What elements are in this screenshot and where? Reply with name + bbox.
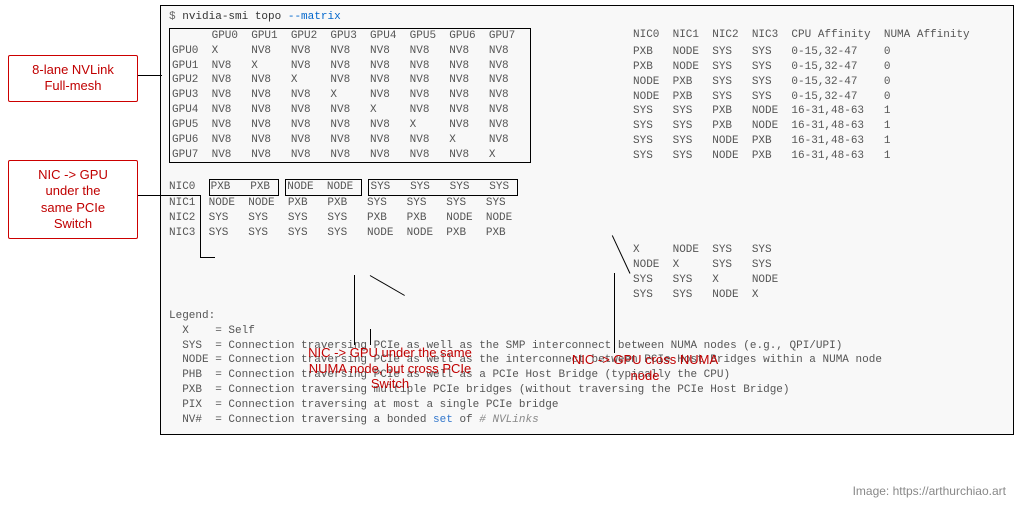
gpu-row-details: SYS SYS PXB NODE 16-31,48-63 1 [633, 104, 976, 119]
legend-item: PIX = Connection traversing at most a si… [169, 398, 1005, 413]
legend-item: NV# = Connection traversing a bonded set… [169, 413, 1005, 428]
nic-row: NIC1 NODE NODE PXB PXB SYS SYS SYS SYS [169, 196, 1005, 211]
nic-row-details: SYS SYS NODE X [633, 288, 791, 303]
nic-row: NIC3 SYS SYS SYS SYS NODE NODE PXB PXB [169, 226, 1005, 241]
command-flag: --matrix [288, 11, 341, 23]
cell-group-pxb: PXB PXB [209, 179, 279, 196]
callout-nic-gpu-same-switch: NIC -> GPUunder thesame PCIeSwitch [8, 160, 138, 239]
gpu-row: GPU2 NV8 NV8 X NV8 NV8 NV8 NV8 NV8 [172, 73, 528, 88]
gpu-row-details: NODE PXB SYS SYS 0-15,32-47 0 [633, 90, 976, 105]
gpu-row: GPU7 NV8 NV8 NV8 NV8 NV8 NV8 NV8 X [172, 148, 528, 163]
gpu-matrix-box: GPU0 GPU1 GPU2 GPU3 GPU4 GPU5 GPU6 GPU7 … [169, 28, 531, 164]
callout-nvlink-fullmesh: 8-lane NVLinkFull-mesh [8, 55, 138, 102]
nic-matrix-section: NIC0 PXB PXB NODE NODE SYS SYS SYS SYS N… [169, 179, 1005, 240]
gpu-header-row: GPU0 GPU1 GPU2 GPU3 GPU4 GPU5 GPU6 GPU7 [172, 29, 528, 44]
gpu-row-details: SYS SYS NODE PXB 16-31,48-63 1 [633, 134, 976, 149]
nic-right-columns: X NODE SYS SYS NODE X SYS SYS SYS SYS X … [633, 243, 791, 302]
image-attribution: Image: https://arthurchiao.art [853, 484, 1006, 498]
legend-item: PXB = Connection traversing multiple PCI… [169, 383, 1005, 398]
nic-row-details: SYS SYS X NODE [633, 273, 791, 288]
gpu-row: GPU4 NV8 NV8 NV8 NV8 X NV8 NV8 NV8 [172, 103, 528, 118]
gpu-row: GPU5 NV8 NV8 NV8 NV8 NV8 X NV8 NV8 [172, 118, 528, 133]
gpu-row-details: SYS SYS PXB NODE 16-31,48-63 1 [633, 119, 976, 134]
nic-row: NIC0 PXB PXB NODE NODE SYS SYS SYS SYS [169, 179, 1005, 196]
gpu-row-details: SYS SYS NODE PXB 16-31,48-63 1 [633, 149, 976, 164]
gpu-row-details: PXB NODE SYS SYS 0-15,32-47 0 [633, 60, 976, 75]
extra-header-row: NIC0 NIC1 NIC2 NIC3 CPU Affinity NUMA Af… [633, 28, 976, 43]
gpu-row-details: PXB NODE SYS SYS 0-15,32-47 0 [633, 45, 976, 60]
gpu-row: GPU6 NV8 NV8 NV8 NV8 NV8 NV8 X NV8 [172, 133, 528, 148]
gpu-row: GPU1 NV8 X NV8 NV8 NV8 NV8 NV8 NV8 [172, 59, 528, 74]
nic-row-details: NODE X SYS SYS [633, 258, 791, 273]
cell-group-node: NODE NODE [285, 179, 362, 196]
legend-item: X = Self [169, 324, 1005, 339]
command-name: nvidia-smi topo [182, 11, 281, 23]
nic-row: NIC2 SYS SYS SYS SYS PXB PXB NODE NODE [169, 211, 1005, 226]
gpu-row: GPU0 X NV8 NV8 NV8 NV8 NV8 NV8 NV8 [172, 44, 528, 59]
cell-group-sys: SYS SYS SYS SYS [368, 179, 517, 196]
legend-title: Legend: [169, 309, 1005, 324]
annotation-same-numa-cross-pcie: NIC -> GPU under the same NUMA node, but… [300, 345, 480, 392]
gpu-right-columns: PXB NODE SYS SYS 0-15,32-47 0 PXB NODE S… [633, 45, 976, 164]
nic-row-details: X NODE SYS SYS [633, 243, 791, 258]
gpu-row-details: NODE PXB SYS SYS 0-15,32-47 0 [633, 75, 976, 90]
annotation-cross-numa: NIC -> GPU cross NUMA node [560, 352, 730, 383]
command-line: $ nvidia-smi topo --matrix [169, 10, 1005, 25]
callout-text: NIC -> GPUunder thesame PCIeSwitch [38, 167, 108, 231]
callout-text: 8-lane NVLinkFull-mesh [32, 62, 114, 93]
prompt-sign: $ [169, 11, 176, 23]
gpu-row: GPU3 NV8 NV8 NV8 X NV8 NV8 NV8 NV8 [172, 88, 528, 103]
